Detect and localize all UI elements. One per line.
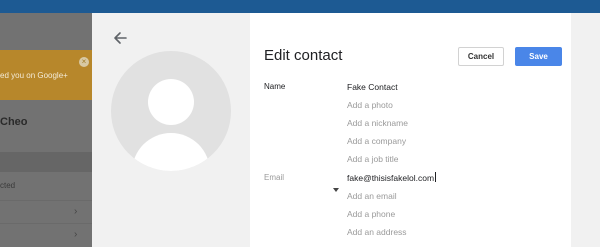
- add-job-title-field[interactable]: Add a job title: [347, 154, 399, 164]
- dialog-title: Edit contact: [264, 47, 343, 64]
- background-contact-name: Cheo: [0, 116, 28, 128]
- person-silhouette-icon[interactable]: [111, 51, 231, 171]
- background-status-text: cted: [0, 181, 16, 190]
- add-photo-field[interactable]: Add a photo: [347, 100, 393, 110]
- chevron-right-icon: ›: [74, 206, 78, 217]
- add-phone-field[interactable]: Add a phone: [347, 209, 395, 219]
- avatar-head: [148, 79, 194, 125]
- close-icon: ×: [79, 57, 89, 67]
- background-list-row: ›: [0, 200, 92, 223]
- caret-down-icon[interactable]: [333, 188, 339, 192]
- name-label: Name: [264, 82, 286, 91]
- avatar-pane: [92, 13, 250, 247]
- text-cursor: [435, 172, 437, 182]
- add-email-field[interactable]: Add an email: [347, 191, 397, 201]
- banner-text: ed you on Google+: [0, 71, 68, 80]
- edit-contact-dialog: Edit contact Cancel Save Name Fake Conta…: [92, 13, 600, 247]
- avatar-body: [132, 133, 210, 171]
- background-top-bar: [0, 0, 600, 13]
- add-nickname-field[interactable]: Add a nickname: [347, 118, 408, 128]
- email-field[interactable]: fake@thisisfakelol.com: [347, 172, 437, 183]
- arrow-left-icon[interactable]: [112, 30, 128, 46]
- chevron-right-icon: ›: [74, 229, 78, 240]
- save-button[interactable]: Save: [515, 47, 562, 66]
- dialog-right-gutter: [571, 13, 600, 247]
- background-section-band: [0, 152, 92, 172]
- email-label: Email: [264, 173, 285, 182]
- cancel-button[interactable]: Cancel: [458, 47, 504, 66]
- add-address-field[interactable]: Add an address: [347, 227, 407, 237]
- background-notification-banner: × ed you on Google+: [0, 50, 92, 100]
- background-list-row: ›: [0, 223, 92, 246]
- background-page: × ed you on Google+ Cheo cted › ›: [0, 13, 92, 247]
- add-company-field[interactable]: Add a company: [347, 136, 406, 146]
- name-field[interactable]: Fake Contact: [347, 82, 398, 92]
- email-field-value: fake@thisisfakelol.com: [347, 173, 435, 183]
